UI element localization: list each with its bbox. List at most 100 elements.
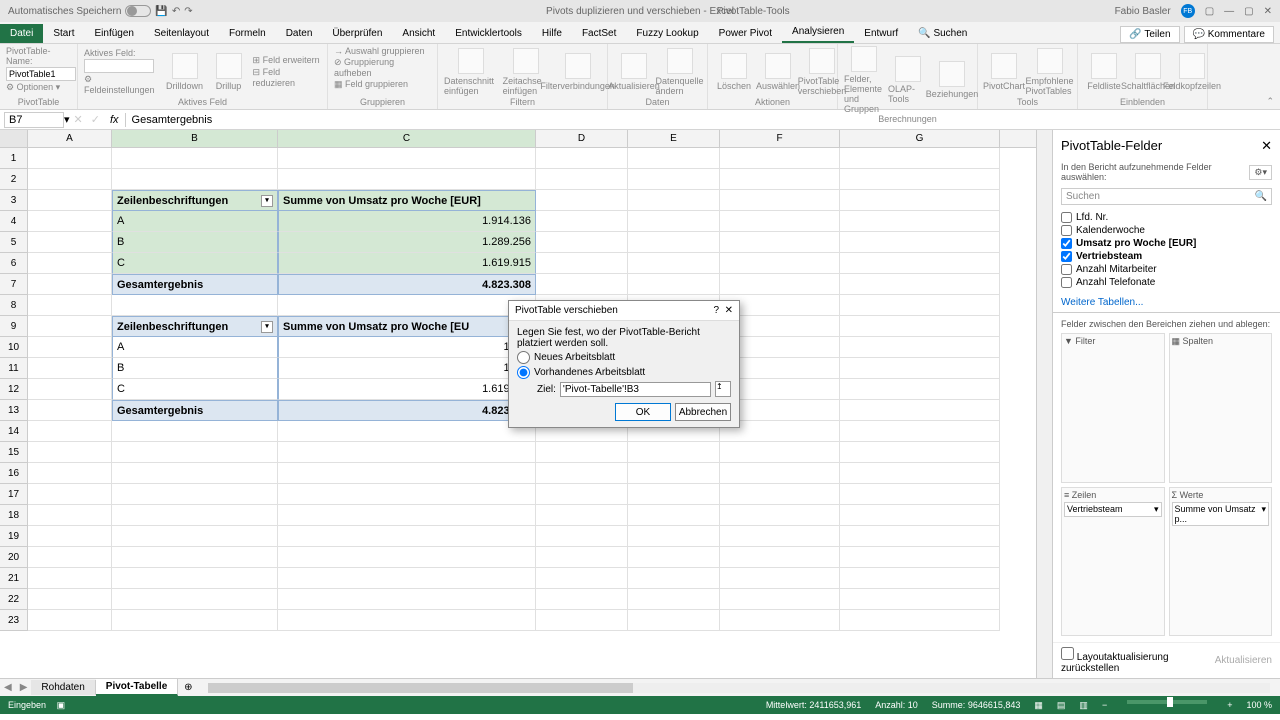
collapse-dialog-icon[interactable]: ↥ bbox=[715, 381, 731, 397]
cell[interactable] bbox=[28, 442, 112, 463]
group-selection-button[interactable]: → Auswahl gruppieren bbox=[334, 46, 425, 56]
cell[interactable] bbox=[720, 610, 840, 631]
cell[interactable] bbox=[720, 232, 840, 253]
cell[interactable]: 1.619.915 bbox=[278, 379, 536, 400]
move-pivottable-button[interactable]: PivotTable verschieben bbox=[802, 48, 842, 96]
cell[interactable] bbox=[628, 169, 720, 190]
cell[interactable] bbox=[840, 568, 1000, 589]
cell[interactable] bbox=[112, 589, 278, 610]
row-header[interactable]: 5 bbox=[0, 232, 28, 253]
zoom-out-icon[interactable]: − bbox=[1102, 700, 1107, 711]
col-header-b[interactable]: B bbox=[112, 130, 278, 147]
cell[interactable] bbox=[628, 442, 720, 463]
cell[interactable] bbox=[840, 400, 1000, 421]
cell[interactable] bbox=[840, 421, 1000, 442]
cell[interactable] bbox=[278, 148, 536, 169]
row-header[interactable]: 11 bbox=[0, 358, 28, 379]
cell[interactable] bbox=[278, 463, 536, 484]
cell[interactable] bbox=[536, 589, 628, 610]
cell[interactable] bbox=[278, 442, 536, 463]
cell[interactable] bbox=[840, 379, 1000, 400]
cell[interactable] bbox=[720, 589, 840, 610]
col-header-c[interactable]: C bbox=[278, 130, 536, 147]
cell[interactable] bbox=[536, 211, 628, 232]
ungroup-button[interactable]: ⊘ Gruppierung aufheben bbox=[334, 57, 431, 78]
field-checkbox[interactable]: Anzahl Telefonate bbox=[1061, 276, 1272, 289]
cell[interactable] bbox=[28, 568, 112, 589]
col-header-g[interactable]: G bbox=[840, 130, 1000, 147]
cell[interactable] bbox=[840, 169, 1000, 190]
col-header-f[interactable]: F bbox=[720, 130, 840, 147]
relations-button[interactable]: Beziehungen bbox=[932, 61, 972, 99]
row-header[interactable]: 14 bbox=[0, 421, 28, 442]
field-checkbox[interactable]: Kalenderwoche bbox=[1061, 224, 1272, 237]
tab-help[interactable]: Hilfe bbox=[532, 24, 572, 43]
zoom-slider[interactable] bbox=[1127, 700, 1207, 704]
cell[interactable] bbox=[720, 526, 840, 547]
cell[interactable]: C bbox=[112, 379, 278, 400]
cancel-formula-icon[interactable]: ✕ bbox=[70, 113, 87, 126]
col-header-d[interactable]: D bbox=[536, 130, 628, 147]
row-header[interactable]: 19 bbox=[0, 526, 28, 547]
minimize-icon[interactable]: — bbox=[1224, 6, 1234, 17]
calc-fields-button[interactable]: Felder, Elemente und Gruppen bbox=[844, 46, 884, 114]
autosave-toggle[interactable] bbox=[125, 5, 151, 17]
search-input[interactable]: 🔍 Suchen bbox=[908, 24, 977, 43]
changesource-button[interactable]: Datenquelle ändern bbox=[658, 48, 701, 96]
cell[interactable] bbox=[112, 463, 278, 484]
cell[interactable] bbox=[28, 169, 112, 190]
fx-icon[interactable]: fx bbox=[104, 114, 125, 126]
cell[interactable] bbox=[28, 547, 112, 568]
cell[interactable] bbox=[628, 589, 720, 610]
clear-button[interactable]: Löschen bbox=[714, 53, 754, 91]
horizontal-scrollbar[interactable] bbox=[208, 683, 1270, 693]
fieldlist-button[interactable]: Feldliste bbox=[1084, 53, 1124, 91]
cell[interactable] bbox=[112, 421, 278, 442]
tab-insert[interactable]: Einfügen bbox=[84, 24, 143, 43]
cell[interactable] bbox=[840, 358, 1000, 379]
expand-field-button[interactable]: ⊞ Feld erweitern bbox=[253, 55, 321, 66]
tab-fuzzylookup[interactable]: Fuzzy Lookup bbox=[626, 24, 708, 43]
cell[interactable] bbox=[720, 442, 840, 463]
cell[interactable]: 1.289.256 bbox=[278, 232, 536, 253]
filterconn-button[interactable]: Filterverbindungen bbox=[554, 53, 601, 91]
active-field-input[interactable] bbox=[84, 59, 154, 73]
cell[interactable]: 1.914.136 bbox=[278, 211, 536, 232]
cell[interactable] bbox=[840, 253, 1000, 274]
cell[interactable] bbox=[112, 169, 278, 190]
cell[interactable] bbox=[720, 274, 840, 295]
row-header[interactable]: 17 bbox=[0, 484, 28, 505]
cell[interactable] bbox=[840, 190, 1000, 211]
cell[interactable] bbox=[28, 316, 112, 337]
group-field-button[interactable]: ▦ Feld gruppieren bbox=[334, 79, 408, 90]
dialog-close-icon[interactable]: ✕ bbox=[725, 305, 733, 316]
view-normal-icon[interactable]: ▦ bbox=[1034, 700, 1043, 711]
row-header[interactable]: 16 bbox=[0, 463, 28, 484]
row-header[interactable]: 15 bbox=[0, 442, 28, 463]
pivot-filter-icon[interactable]: ▾ bbox=[261, 321, 273, 333]
cell[interactable] bbox=[628, 547, 720, 568]
cell[interactable] bbox=[628, 526, 720, 547]
cell[interactable] bbox=[840, 148, 1000, 169]
cell[interactable] bbox=[278, 547, 536, 568]
cell[interactable] bbox=[536, 505, 628, 526]
cell[interactable] bbox=[278, 589, 536, 610]
cell[interactable] bbox=[278, 169, 536, 190]
row-header[interactable]: 10 bbox=[0, 337, 28, 358]
tab-factset[interactable]: FactSet bbox=[572, 24, 626, 43]
cell[interactable] bbox=[112, 484, 278, 505]
recommended-button[interactable]: Empfohlene PivotTables bbox=[1028, 48, 1071, 96]
field-checkbox[interactable]: Lfd. Nr. bbox=[1061, 211, 1272, 224]
headers-button[interactable]: Feldkopfzeilen bbox=[1172, 53, 1212, 91]
row-header[interactable]: 2 bbox=[0, 169, 28, 190]
cell[interactable] bbox=[278, 421, 536, 442]
cell[interactable] bbox=[28, 253, 112, 274]
cell[interactable] bbox=[536, 148, 628, 169]
share-button[interactable]: 🔗 Teilen bbox=[1120, 26, 1179, 43]
cell[interactable] bbox=[720, 148, 840, 169]
zoom-level[interactable]: 100 % bbox=[1246, 700, 1272, 711]
cell[interactable] bbox=[112, 568, 278, 589]
cell[interactable] bbox=[536, 484, 628, 505]
area-filter[interactable]: ▼ Filter bbox=[1061, 333, 1165, 483]
values-field-item[interactable]: Summe von Umsatz p...▾ bbox=[1172, 502, 1270, 526]
